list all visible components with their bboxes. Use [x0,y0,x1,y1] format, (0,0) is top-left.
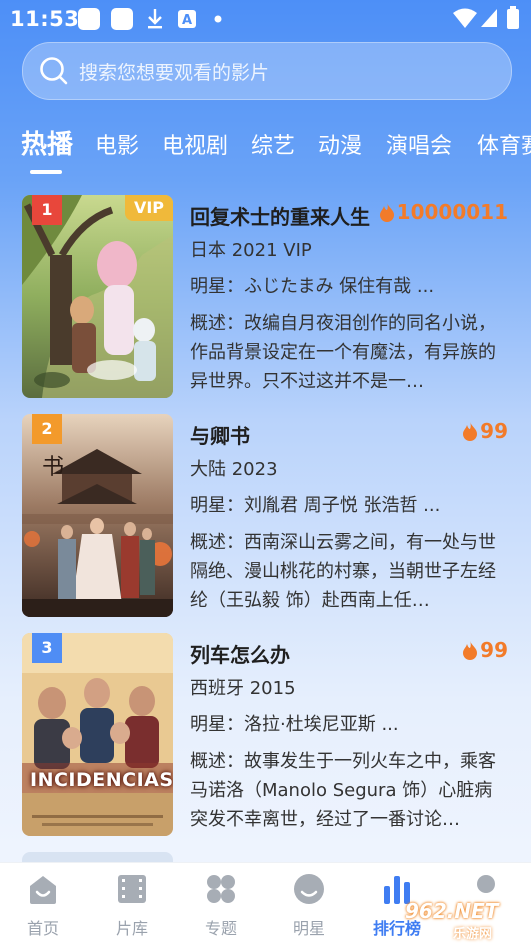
heat-score: 99 [462,638,508,662]
vip-badge: VIP [125,195,173,221]
poster-image[interactable]: 1 VIP [22,195,173,398]
tab-concert[interactable]: 演唱会 [386,128,452,160]
film-icon [118,875,146,903]
svg-text:书: 书 [42,455,64,480]
status-time: 11:53 [10,7,80,31]
item-title: 回复术士的重来人生 [190,205,370,229]
item-title: 与卿书 [190,424,250,448]
item-title: 列车怎么办 [190,643,290,667]
tab-variety[interactable]: 综艺 [251,128,295,160]
nav-stars[interactable]: 明星 [266,863,352,946]
item-meta: 西班牙 2015 [190,678,296,699]
nav-label: 首页 [26,919,59,938]
tab-sports[interactable]: 体育赛 [477,128,531,160]
notification-square-icon [78,8,100,30]
active-tab-indicator [30,170,62,174]
download-icon [148,9,162,29]
nav-label: 明星 [292,919,325,938]
item-stars: 明星：刘胤君 周子悦 张浩哲 ... [190,495,441,516]
list-item[interactable]: 书 2 与卿书 99 大陆 2023 明星：刘胤君 周子悦 张浩哲 ... 概述… [22,414,522,619]
status-bar: 11:53 A [0,0,531,38]
tab-movie[interactable]: 电影 [95,128,139,160]
signal-icon [481,9,497,27]
category-tabs: 热播 电影 电视剧 综艺 动漫 演唱会 体育赛 [0,118,531,178]
poster-image[interactable]: 书 2 [22,414,173,617]
item-meta: 日本 2021 VIP [190,240,312,261]
svg-text:A: A [182,13,192,28]
flame-icon [463,422,478,441]
list-item[interactable]: 1 VIP 回复术士的重来人生 10000011 日本 2021 VIP 明星：… [22,195,522,400]
watermark-text: 962.NET [405,899,499,923]
tab-hot[interactable]: 热播 [21,124,73,161]
item-stars: 明星：洛拉·杜埃尼亚斯 ... [190,714,399,735]
rank-badge: 1 [32,195,62,225]
search-placeholder: 搜索您想要观看的影片 [79,62,270,84]
item-description: 概述：故事发生于一列火车之中，乘客马诺洛（Manolo Segura 饰）心脏病… [190,751,496,830]
watermark-logo: 962.NET 乐游网 [395,899,523,942]
item-meta: 大陆 2023 [190,459,278,480]
battery-icon [507,6,519,29]
flame-icon [463,641,478,660]
nav-library[interactable]: 片库 [89,863,175,946]
flame-icon [379,203,394,222]
list-item[interactable]: INCIDENCIAS 3 列车怎么办 99 西班牙 2015 明星：洛拉·杜埃… [22,633,522,838]
watermark-subtext: 乐游网 [453,927,493,942]
search-icon [40,57,68,85]
tab-tv[interactable]: 电视剧 [162,128,228,160]
poster-image[interactable]: INCIDENCIAS 3 [22,633,173,836]
heat-value: 99 [480,419,508,443]
item-description: 概述：西南深山云雾之间，有一处与世隔绝、漫山桃花的村寨，当朝世子左经纶（王弘毅 … [190,532,496,611]
nav-label: 专题 [204,919,237,938]
search-bar[interactable]: 搜索您想要观看的影片 [22,42,512,100]
tab-anime[interactable]: 动漫 [318,128,362,160]
heat-value: 99 [480,638,508,662]
nav-label: 片库 [115,919,148,938]
heat-score: 99 [462,419,508,443]
wifi-icon [453,8,477,28]
notification-square-icon [111,8,133,30]
grid-icon [207,875,235,903]
dot-icon [214,15,222,23]
heat-value: 10000011 [396,200,508,224]
nav-topics[interactable]: 专题 [178,863,264,946]
rank-badge: 2 [32,414,62,444]
nav-home[interactable]: 首页 [0,863,86,946]
font-a-icon: A [178,10,196,28]
home-icon [30,876,56,904]
item-description: 概述：改编自月夜泪创作的同名小说，作品背景设定在一个有魔法，有异族的异世界。只不… [190,313,496,392]
rank-badge: 3 [32,633,62,663]
poster-title-text: INCIDENCIAS [30,769,173,791]
face-icon [294,874,324,904]
item-stars: 明星：ふじたまみ 保住有哉 ... [190,276,435,297]
heat-score: 10000011 [379,200,508,224]
